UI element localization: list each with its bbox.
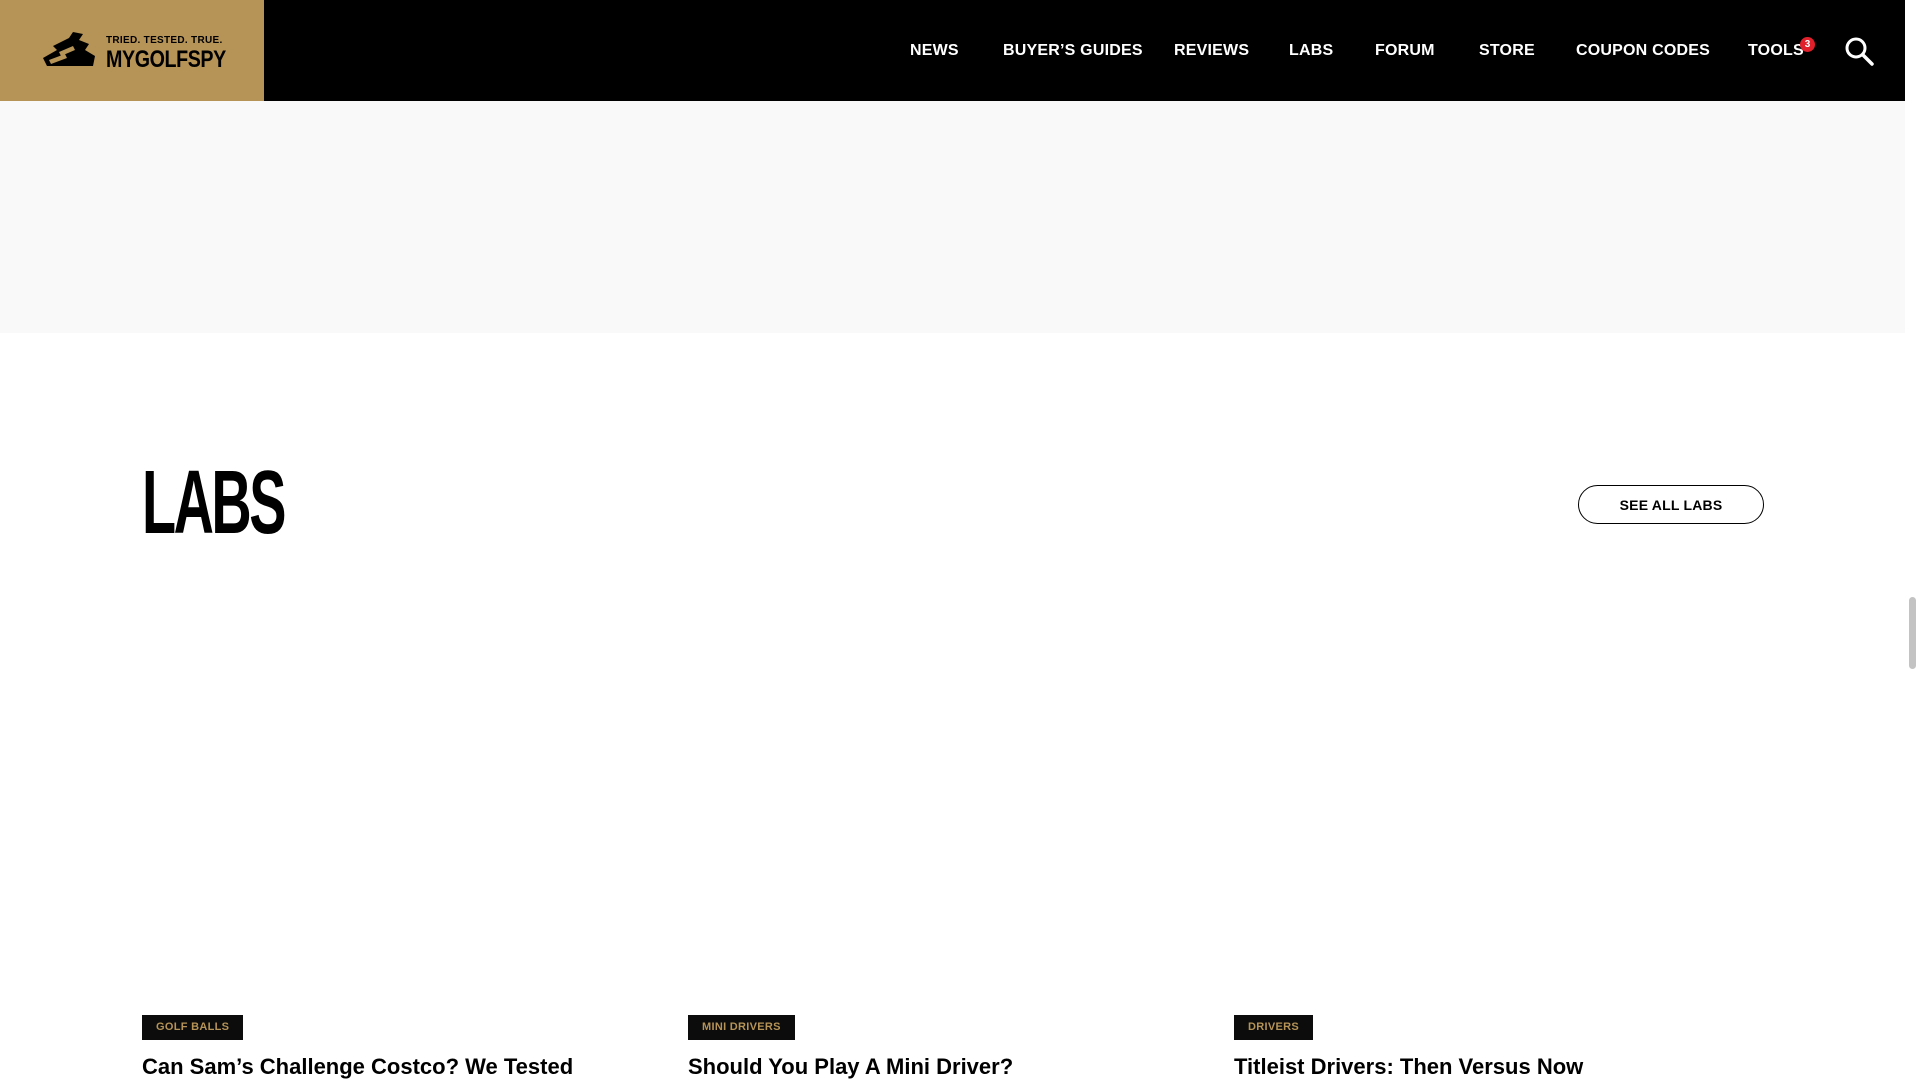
ad-placeholder: [0, 101, 1905, 333]
nav-reviews[interactable]: REVIEWS: [1174, 42, 1249, 60]
scrollbar-track[interactable]: [1905, 0, 1920, 1080]
category-tag[interactable]: DRIVERS: [1234, 1015, 1313, 1040]
nav-coupon-codes[interactable]: COUPON CODES: [1576, 42, 1710, 60]
spy-logo-icon: [43, 32, 95, 66]
category-tag[interactable]: GOLF BALLS: [142, 1015, 244, 1040]
logo-name: MYGOLFSPY: [106, 46, 226, 73]
section-title: LABS: [142, 453, 286, 553]
article-card[interactable]: DRIVERS Titleist Drivers: Then Versus No…: [1234, 1015, 1754, 1080]
nav-tools[interactable]: TOOLS: [1748, 42, 1804, 60]
nav-buyers-guides[interactable]: BUYER’S GUIDES: [1003, 42, 1143, 60]
nav-forum[interactable]: FORUM: [1375, 42, 1435, 60]
logo-tagline: TRIED. TESTED. TRUE.: [106, 35, 223, 46]
see-all-labs-button[interactable]: SEE ALL LABS: [1578, 485, 1764, 524]
nav-store[interactable]: STORE: [1479, 42, 1535, 60]
nav-news[interactable]: NEWS: [910, 42, 959, 60]
article-card[interactable]: GOLF BALLS Can Sam’s Challenge Costco? W…: [142, 1015, 662, 1080]
category-tag[interactable]: MINI DRIVERS: [688, 1015, 795, 1040]
site-logo[interactable]: TRIED. TESTED. TRUE. MYGOLFSPY: [0, 0, 264, 101]
search-icon[interactable]: [1844, 36, 1874, 66]
tools-notification-badge: 3: [1800, 37, 1815, 52]
nav-labs[interactable]: LABS: [1289, 42, 1333, 60]
scrollbar-thumb[interactable]: [1909, 597, 1916, 669]
article-title[interactable]: Should You Play A Mini Driver?: [688, 1054, 1208, 1080]
article-title[interactable]: Titleist Drivers: Then Versus Now: [1234, 1054, 1754, 1080]
site-header: TRIED. TESTED. TRUE. MYGOLFSPY NEWS BUYE…: [0, 0, 1905, 101]
article-card[interactable]: MINI DRIVERS Should You Play A Mini Driv…: [688, 1015, 1208, 1080]
article-title[interactable]: Can Sam’s Challenge Costco? We Tested Me…: [142, 1054, 662, 1080]
